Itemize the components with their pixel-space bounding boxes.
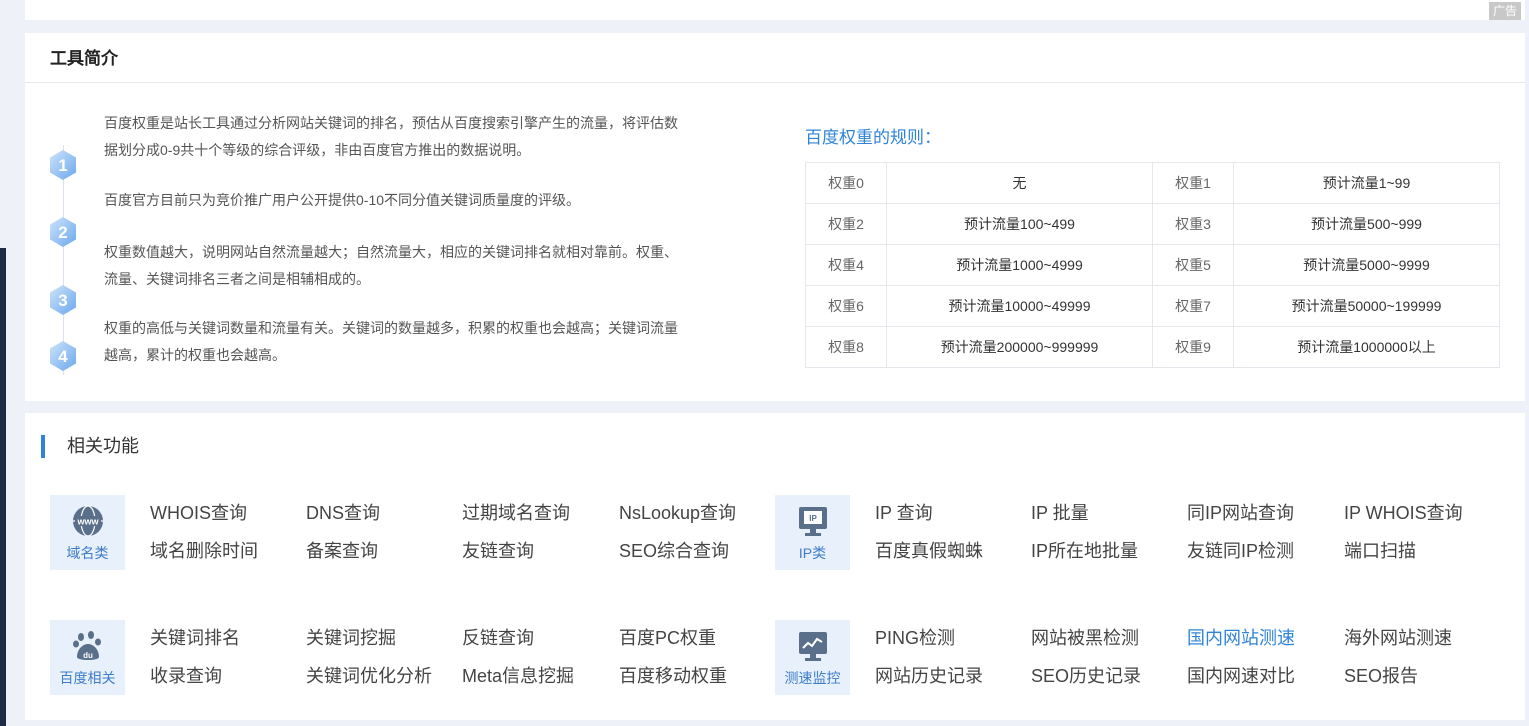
- rule-level-cell: 权重5: [1152, 244, 1234, 286]
- feature-link[interactable]: 域名删除时间: [150, 539, 258, 563]
- step-2-icon: 2: [49, 216, 77, 248]
- ad-badge[interactable]: 广告: [1489, 2, 1521, 20]
- rule-level-cell: 权重6: [805, 285, 887, 327]
- category-测速监控: 测速监控: [775, 620, 850, 695]
- feature-link[interactable]: 百度真假蜘蛛: [875, 539, 983, 563]
- section-accent-bar: [41, 435, 45, 458]
- step-4-text: 权重的高低与关键词数量和流量有关。关键词的数量越多，积累的权重也会越高；关键词流…: [104, 320, 678, 363]
- rule-level-cell: 权重4: [805, 244, 887, 286]
- rule-traffic-cell: 预计流量50000~199999: [1233, 285, 1500, 327]
- feature-link[interactable]: IP 批量: [1031, 501, 1089, 525]
- step-3-icon: 3: [49, 284, 77, 316]
- rule-level-cell: 权重0: [805, 162, 887, 204]
- rules-row: 权重2 预计流量100~499 权重3 预计流量500~999: [805, 203, 1500, 245]
- top-card-edge: [25, 0, 1525, 20]
- rules-row: 权重0 无权重1 预计流量1~99: [805, 162, 1500, 204]
- related-features-card: 相关功能 www 域名类 WHOIS查询 DNS查询 过期域名查询 NsLookup查询域…: [25, 413, 1525, 720]
- category-域名类: www 域名类: [50, 495, 125, 570]
- rule-traffic-cell: 预计流量1000000以上: [1233, 326, 1500, 368]
- feature-link[interactable]: 友链同IP检测: [1187, 539, 1294, 563]
- step-4-icon: 4: [49, 340, 77, 372]
- feature-link[interactable]: NsLookup查询: [619, 501, 736, 525]
- svg-text:du: du: [83, 651, 93, 660]
- feature-link[interactable]: 备案查询: [306, 539, 378, 563]
- baidu-paw-icon: du: [71, 629, 105, 663]
- www-globe-icon: www: [71, 504, 105, 538]
- feature-link[interactable]: 端口扫描: [1344, 539, 1416, 563]
- svg-text:4: 4: [58, 347, 68, 366]
- rule-level-cell: 权重3: [1152, 203, 1234, 245]
- rules-title: 百度权重的规则：: [805, 128, 941, 147]
- category-IP类: IP IP类: [775, 495, 850, 570]
- rules-row: 权重8 预计流量200000~999999 权重9 预计流量1000000以上: [805, 326, 1500, 368]
- rule-traffic-cell: 预计流量10000~49999: [886, 285, 1153, 327]
- rule-traffic-cell: 预计流量1000~4999: [886, 244, 1153, 286]
- rule-traffic-cell: 预计流量1~99: [1233, 162, 1500, 204]
- feature-link[interactable]: DNS查询: [306, 501, 380, 525]
- step-1-text: 百度权重是站长工具通过分析网站关键词的排名，预估从百度搜索引擎产生的流量，将评估…: [104, 115, 678, 158]
- feature-link[interactable]: SEO报告: [1344, 664, 1418, 688]
- rule-level-cell: 权重9: [1152, 326, 1234, 368]
- rule-level-cell: 权重7: [1152, 285, 1234, 327]
- feature-link[interactable]: PING检测: [875, 626, 955, 650]
- rule-level-cell: 权重8: [805, 326, 887, 368]
- speed-monitor-icon: [796, 629, 830, 663]
- feature-link[interactable]: 国内网站测速: [1187, 626, 1295, 650]
- feature-link[interactable]: 过期域名查询: [462, 501, 570, 525]
- feature-link[interactable]: IP WHOIS查询: [1344, 501, 1463, 525]
- intro-title: 工具简介: [25, 33, 1525, 83]
- step-1-icon: 1: [49, 149, 77, 181]
- category-label: 域名类: [66, 545, 109, 561]
- category-label: IP类: [798, 545, 827, 561]
- svg-text:www: www: [76, 517, 99, 527]
- step-3-text: 权重数值越大，说明网站自然流量越大；自然流量大，相应的关键词排名就相对靠前。权重…: [104, 244, 678, 287]
- svg-text:2: 2: [58, 223, 67, 242]
- feature-link[interactable]: 关键词排名: [150, 626, 240, 650]
- tool-intro-card: 工具简介 1 百度权重是站长工具通过分析网站关键词的排名，预估从百度搜索引擎产生的…: [25, 33, 1525, 401]
- feature-link[interactable]: 网站被黑检测: [1031, 626, 1139, 650]
- feature-link[interactable]: IP所在地批量: [1031, 539, 1138, 563]
- rule-traffic-cell: 预计流量500~999: [1233, 203, 1500, 245]
- related-title: 相关功能: [67, 436, 139, 456]
- svg-text:3: 3: [58, 291, 67, 310]
- feature-link[interactable]: 海外网站测速: [1344, 626, 1452, 650]
- category-label: 测速监控: [784, 670, 841, 686]
- rule-level-cell: 权重1: [1152, 162, 1234, 204]
- intro-steps: 1 百度权重是站长工具通过分析网站关键词的排名，预估从百度搜索引擎产生的流量，将评…: [25, 83, 725, 401]
- rule-level-cell: 权重2: [805, 203, 887, 245]
- feature-link[interactable]: Meta信息挖掘: [462, 664, 574, 688]
- step-2-text: 百度官方目前只为竞价推广用户公开提供0-10不同分值关键词质量度的评级。: [104, 192, 581, 208]
- feature-link[interactable]: 网站历史记录: [875, 664, 983, 688]
- svg-text:1: 1: [58, 156, 67, 175]
- rule-traffic-cell: 预计流量200000~999999: [886, 326, 1153, 368]
- feature-link[interactable]: 友链查询: [462, 539, 534, 563]
- svg-text:IP: IP: [809, 514, 817, 523]
- feature-link[interactable]: 百度移动权重: [619, 664, 727, 688]
- feature-link[interactable]: SEO历史记录: [1031, 664, 1141, 688]
- ip-monitor-icon: IP: [796, 504, 830, 538]
- feature-link[interactable]: 国内网速对比: [1187, 664, 1295, 688]
- rule-traffic-cell: 无: [886, 162, 1153, 204]
- feature-link[interactable]: 收录查询: [150, 664, 222, 688]
- category-百度相关: du 百度相关: [50, 620, 125, 695]
- feature-link[interactable]: SEO综合查询: [619, 539, 729, 563]
- feature-link[interactable]: IP 查询: [875, 501, 933, 525]
- feature-link[interactable]: 同IP网站查询: [1187, 501, 1294, 525]
- rule-traffic-cell: 预计流量100~499: [886, 203, 1153, 245]
- feature-link[interactable]: 关键词优化分析: [306, 664, 432, 688]
- left-edge-strip: [0, 248, 6, 726]
- feature-link[interactable]: 百度PC权重: [619, 626, 716, 650]
- feature-link[interactable]: 关键词挖掘: [306, 626, 396, 650]
- rules-row: 权重6 预计流量10000~49999 权重7 预计流量50000~199999: [805, 285, 1500, 327]
- category-label: 百度相关: [59, 670, 116, 686]
- rules-row: 权重4 预计流量1000~4999 权重5 预计流量5000~9999: [805, 244, 1500, 286]
- feature-link[interactable]: WHOIS查询: [150, 501, 247, 525]
- rule-traffic-cell: 预计流量5000~9999: [1233, 244, 1500, 286]
- feature-link[interactable]: 反链查询: [462, 626, 534, 650]
- rules-table: 权重0 无权重1 预计流量1~99 权重2 预计流量100~499 权重3 预计流量500~…: [805, 162, 1500, 368]
